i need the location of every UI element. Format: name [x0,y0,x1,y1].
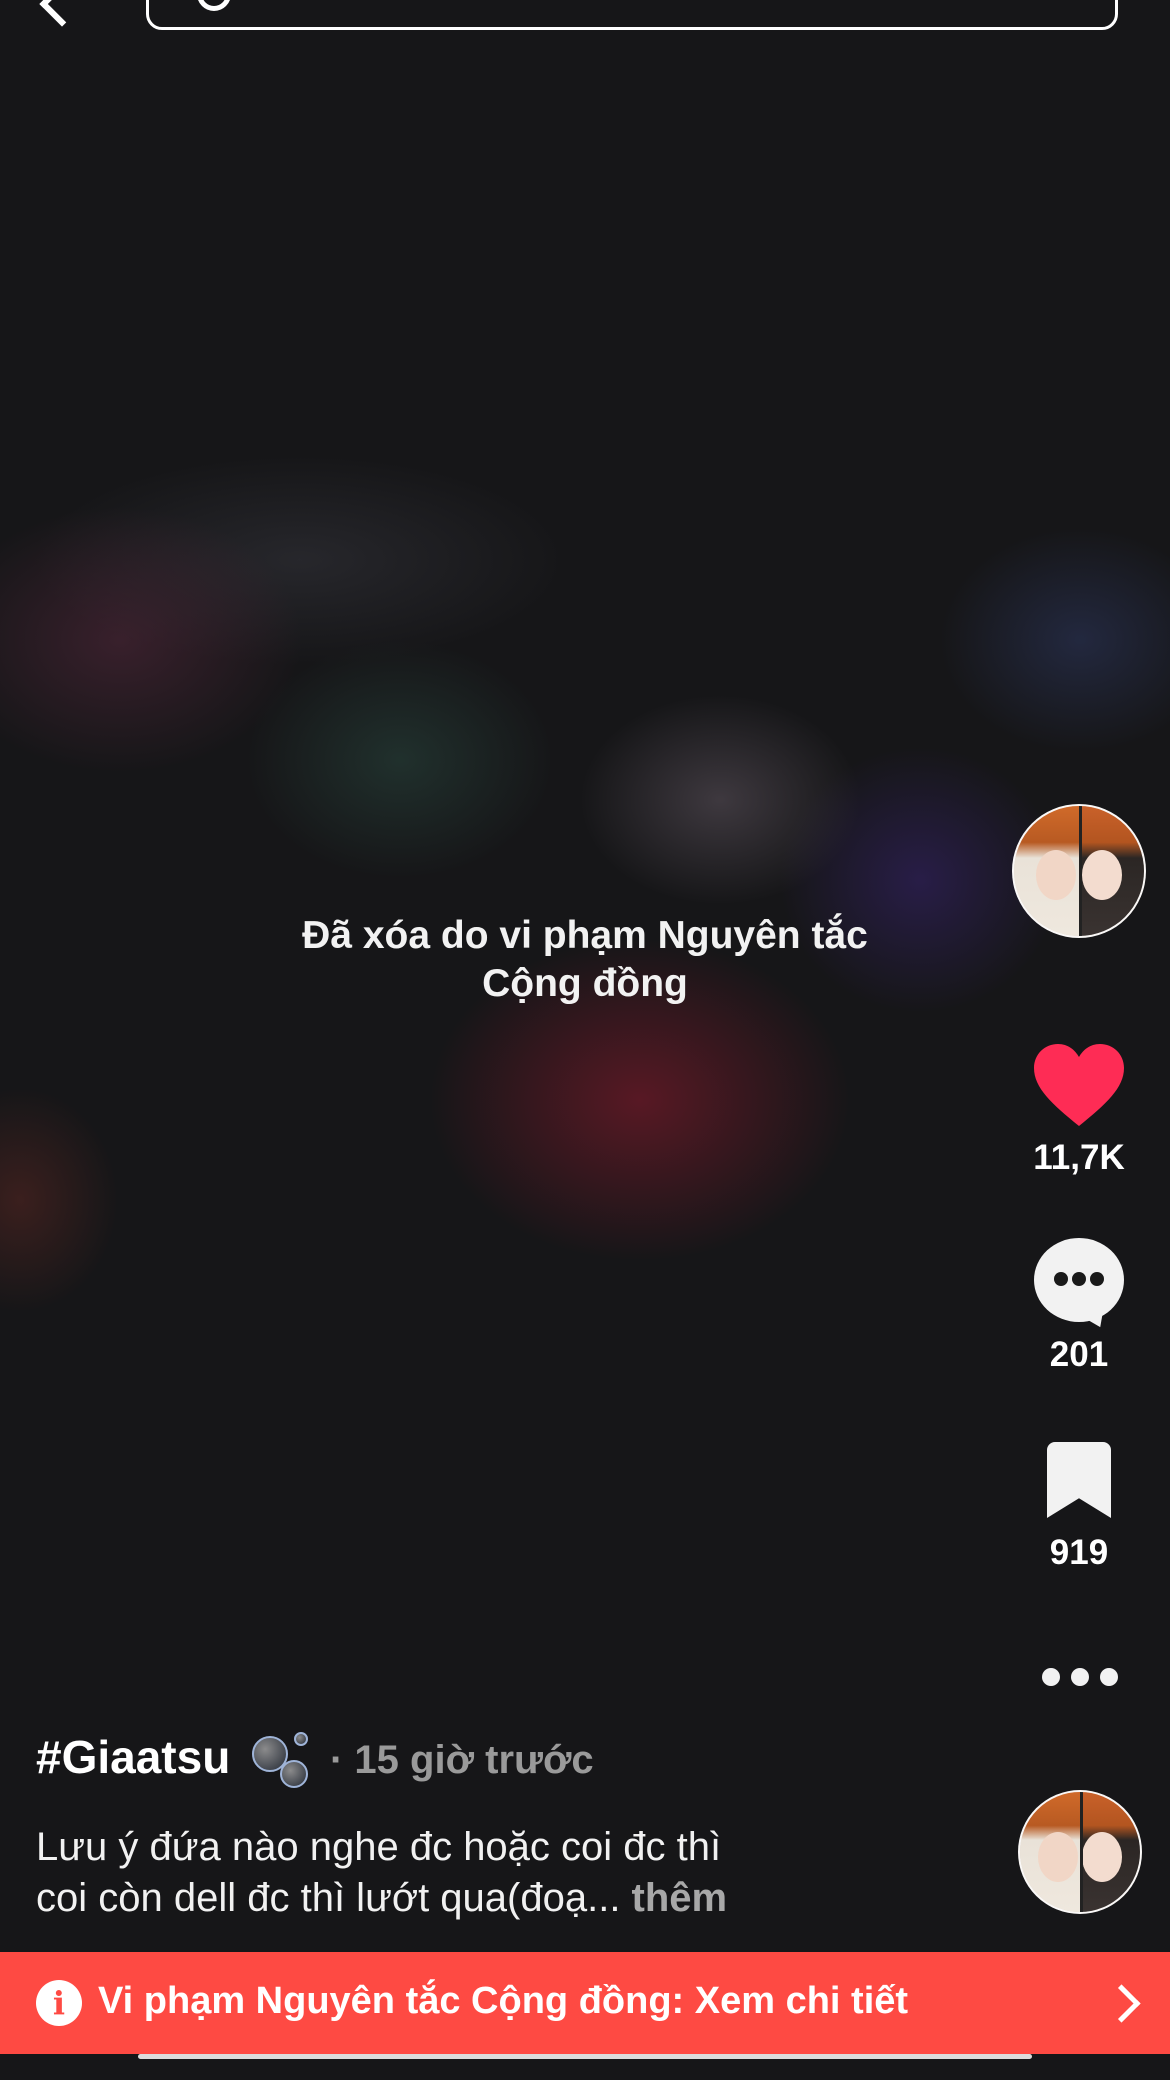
search-icon [197,0,231,11]
author-name[interactable]: #Giaatsu [36,1730,230,1784]
removed-notice: Đã xóa do vi phạm Nguyên tắc Cộng đồng [302,914,868,1005]
search-bar[interactable] [146,0,1118,30]
caption-body: Lưu ý đứa nào nghe đc hoặc coi đc thì co… [36,1825,722,1920]
chevron-right-icon [1102,1984,1141,2023]
music-disc-avatar[interactable] [1018,1790,1142,1914]
bubbles-emoji-icon [250,1732,316,1792]
home-indicator [138,2054,1032,2059]
violation-banner[interactable]: i Vi phạm Nguyên tắc Cộng đồng: Xem chi … [0,1952,1170,2054]
heart-icon[interactable] [1032,1044,1126,1128]
more-options-icon[interactable] [1042,1668,1118,1688]
comment-count: 201 [1049,1335,1109,1374]
see-more-link[interactable]: thêm [632,1876,728,1920]
like-count: 11,7K [1033,1138,1125,1177]
comment-icon[interactable] [1034,1238,1124,1322]
caption-text[interactable]: Lưu ý đứa nào nghe đc hoặc coi đc thì co… [36,1822,896,1924]
post-time: · 15 giờ trước [330,1738,594,1782]
info-icon: i [36,1980,82,2026]
creator-avatar[interactable] [1012,804,1146,938]
violation-banner-text: Vi phạm Nguyên tắc Cộng đồng: Xem chi ti… [98,1980,909,2022]
bookmark-count: 919 [1049,1533,1109,1572]
